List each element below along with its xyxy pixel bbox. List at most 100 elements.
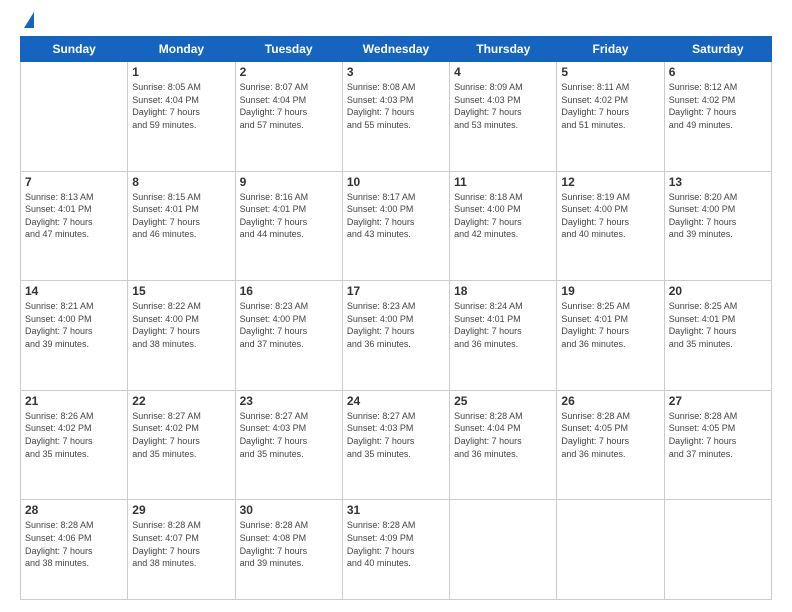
- day-info: Sunrise: 8:22 AM Sunset: 4:00 PM Dayligh…: [132, 300, 230, 350]
- calendar-cell: 22Sunrise: 8:27 AM Sunset: 4:02 PM Dayli…: [128, 390, 235, 500]
- day-number: 25: [454, 394, 552, 408]
- calendar-cell: 19Sunrise: 8:25 AM Sunset: 4:01 PM Dayli…: [557, 281, 664, 391]
- calendar-cell: 27 Sunrise: 8:28 AM Sunset: 4:05 PM Dayli…: [664, 390, 771, 500]
- calendar-cell: 18 Sunrise: 8:24 AM Sunset: 4:01 PM Dayli…: [450, 281, 557, 391]
- calendar-body: 1 Sunrise: 8:05 AM Sunset: 4:04 PM Daylig…: [21, 62, 772, 600]
- day-number: 29: [132, 503, 230, 517]
- calendar-cell: 10 Sunrise: 8:17 AM Sunset: 4:00 PM Dayli…: [342, 171, 449, 281]
- day-info: Sunrise: 8:19 AM Sunset: 4:00 PM Dayligh…: [561, 191, 659, 241]
- calendar-cell: 24Sunrise: 8:27 AM Sunset: 4:03 PM Dayli…: [342, 390, 449, 500]
- header-row: Sunday Monday Tuesday Wednesday Thursday…: [21, 37, 772, 62]
- calendar-cell: 29 Sunrise: 8:28 AM Sunset: 4:07 PM Dayli…: [128, 500, 235, 600]
- calendar-cell: 8 Sunrise: 8:15 AM Sunset: 4:01 PM Daylig…: [128, 171, 235, 281]
- day-number: 18: [454, 284, 552, 298]
- day-info: Sunrise: 8:11 AM Sunset: 4:02 PM Dayligh…: [561, 81, 659, 131]
- calendar-cell: 28 Sunrise: 8:28 AM Sunset: 4:06 PM Dayli…: [21, 500, 128, 600]
- day-info: Sunrise: 8:18 AM Sunset: 4:00 PM Dayligh…: [454, 191, 552, 241]
- day-number: 21: [25, 394, 123, 408]
- page: Sunday Monday Tuesday Wednesday Thursday…: [0, 0, 792, 612]
- calendar-cell: 1 Sunrise: 8:05 AM Sunset: 4:04 PM Daylig…: [128, 62, 235, 172]
- day-info: Sunrise: 8:08 AM Sunset: 4:03 PM Dayligh…: [347, 81, 445, 131]
- day-info: Sunrise: 8:28 AM Sunset: 4:09 PM Dayligh…: [347, 519, 445, 569]
- day-info: Sunrise: 8:28 AM Sunset: 4:06 PM Dayligh…: [25, 519, 123, 569]
- day-info: Sunrise: 8:16 AM Sunset: 4:01 PM Dayligh…: [240, 191, 338, 241]
- day-info: Sunrise: 8:28 AM Sunset: 4:04 PM Dayligh…: [454, 410, 552, 460]
- calendar-cell: 31Sunrise: 8:28 AM Sunset: 4:09 PM Dayli…: [342, 500, 449, 600]
- col-tuesday: Tuesday: [235, 37, 342, 62]
- day-number: 15: [132, 284, 230, 298]
- week-row-3: 14Sunrise: 8:21 AM Sunset: 4:00 PM Dayli…: [21, 281, 772, 391]
- day-info: Sunrise: 8:13 AM Sunset: 4:01 PM Dayligh…: [25, 191, 123, 241]
- day-number: 9: [240, 175, 338, 189]
- calendar-cell: 21 Sunrise: 8:26 AM Sunset: 4:02 PM Dayli…: [21, 390, 128, 500]
- calendar-cell: 2 Sunrise: 8:07 AM Sunset: 4:04 PM Daylig…: [235, 62, 342, 172]
- calendar-cell: 4 Sunrise: 8:09 AM Sunset: 4:03 PM Daylig…: [450, 62, 557, 172]
- calendar-table: Sunday Monday Tuesday Wednesday Thursday…: [20, 36, 772, 600]
- day-info: Sunrise: 8:28 AM Sunset: 4:08 PM Dayligh…: [240, 519, 338, 569]
- day-info: Sunrise: 8:28 AM Sunset: 4:05 PM Dayligh…: [669, 410, 767, 460]
- day-info: Sunrise: 8:20 AM Sunset: 4:00 PM Dayligh…: [669, 191, 767, 241]
- day-info: Sunrise: 8:27 AM Sunset: 4:03 PM Dayligh…: [240, 410, 338, 460]
- day-number: 23: [240, 394, 338, 408]
- week-row-1: 1 Sunrise: 8:05 AM Sunset: 4:04 PM Daylig…: [21, 62, 772, 172]
- day-number: 7: [25, 175, 123, 189]
- calendar-cell: 23 Sunrise: 8:27 AM Sunset: 4:03 PM Dayli…: [235, 390, 342, 500]
- day-number: 27: [669, 394, 767, 408]
- week-row-5: 28 Sunrise: 8:28 AM Sunset: 4:06 PM Dayli…: [21, 500, 772, 600]
- day-info: Sunrise: 8:23 AM Sunset: 4:00 PM Dayligh…: [347, 300, 445, 350]
- week-row-4: 21 Sunrise: 8:26 AM Sunset: 4:02 PM Dayli…: [21, 390, 772, 500]
- calendar-cell: 3 Sunrise: 8:08 AM Sunset: 4:03 PM Daylig…: [342, 62, 449, 172]
- calendar-cell: 16Sunrise: 8:23 AM Sunset: 4:00 PM Dayli…: [235, 281, 342, 391]
- calendar-cell: 14Sunrise: 8:21 AM Sunset: 4:00 PM Dayli…: [21, 281, 128, 391]
- col-sunday: Sunday: [21, 37, 128, 62]
- day-number: 3: [347, 65, 445, 79]
- day-number: 12: [561, 175, 659, 189]
- day-number: 17: [347, 284, 445, 298]
- calendar-cell: 15 Sunrise: 8:22 AM Sunset: 4:00 PM Dayli…: [128, 281, 235, 391]
- calendar-cell: [557, 500, 664, 600]
- logo-triangle-icon: [24, 12, 34, 28]
- calendar-cell: 11 Sunrise: 8:18 AM Sunset: 4:00 PM Dayli…: [450, 171, 557, 281]
- day-info: Sunrise: 8:28 AM Sunset: 4:07 PM Dayligh…: [132, 519, 230, 569]
- day-number: 20: [669, 284, 767, 298]
- calendar-cell: 6Sunrise: 8:12 AM Sunset: 4:02 PM Daylig…: [664, 62, 771, 172]
- day-info: Sunrise: 8:24 AM Sunset: 4:01 PM Dayligh…: [454, 300, 552, 350]
- logo: [20, 16, 34, 28]
- calendar-cell: 30Sunrise: 8:28 AM Sunset: 4:08 PM Dayli…: [235, 500, 342, 600]
- day-info: Sunrise: 8:15 AM Sunset: 4:01 PM Dayligh…: [132, 191, 230, 241]
- calendar-cell: 13 Sunrise: 8:20 AM Sunset: 4:00 PM Dayli…: [664, 171, 771, 281]
- calendar-cell: 7 Sunrise: 8:13 AM Sunset: 4:01 PM Daylig…: [21, 171, 128, 281]
- day-number: 16: [240, 284, 338, 298]
- day-number: 11: [454, 175, 552, 189]
- day-info: Sunrise: 8:26 AM Sunset: 4:02 PM Dayligh…: [25, 410, 123, 460]
- day-info: Sunrise: 8:27 AM Sunset: 4:03 PM Dayligh…: [347, 410, 445, 460]
- day-info: Sunrise: 8:05 AM Sunset: 4:04 PM Dayligh…: [132, 81, 230, 131]
- day-number: 13: [669, 175, 767, 189]
- calendar-cell: 26 Sunrise: 8:28 AM Sunset: 4:05 PM Dayli…: [557, 390, 664, 500]
- calendar-cell: 5 Sunrise: 8:11 AM Sunset: 4:02 PM Daylig…: [557, 62, 664, 172]
- calendar-cell: [21, 62, 128, 172]
- calendar-cell: [450, 500, 557, 600]
- day-number: 10: [347, 175, 445, 189]
- day-info: Sunrise: 8:21 AM Sunset: 4:00 PM Dayligh…: [25, 300, 123, 350]
- day-number: 28: [25, 503, 123, 517]
- col-friday: Friday: [557, 37, 664, 62]
- calendar-cell: [664, 500, 771, 600]
- day-info: Sunrise: 8:09 AM Sunset: 4:03 PM Dayligh…: [454, 81, 552, 131]
- day-info: Sunrise: 8:28 AM Sunset: 4:05 PM Dayligh…: [561, 410, 659, 460]
- calendar-cell: 25 Sunrise: 8:28 AM Sunset: 4:04 PM Dayli…: [450, 390, 557, 500]
- day-number: 5: [561, 65, 659, 79]
- col-saturday: Saturday: [664, 37, 771, 62]
- day-number: 4: [454, 65, 552, 79]
- day-number: 26: [561, 394, 659, 408]
- day-info: Sunrise: 8:25 AM Sunset: 4:01 PM Dayligh…: [669, 300, 767, 350]
- day-info: Sunrise: 8:07 AM Sunset: 4:04 PM Dayligh…: [240, 81, 338, 131]
- day-info: Sunrise: 8:25 AM Sunset: 4:01 PM Dayligh…: [561, 300, 659, 350]
- day-number: 22: [132, 394, 230, 408]
- day-info: Sunrise: 8:17 AM Sunset: 4:00 PM Dayligh…: [347, 191, 445, 241]
- day-info: Sunrise: 8:12 AM Sunset: 4:02 PM Dayligh…: [669, 81, 767, 131]
- day-number: 8: [132, 175, 230, 189]
- day-number: 2: [240, 65, 338, 79]
- day-number: 1: [132, 65, 230, 79]
- calendar-cell: 12 Sunrise: 8:19 AM Sunset: 4:00 PM Dayli…: [557, 171, 664, 281]
